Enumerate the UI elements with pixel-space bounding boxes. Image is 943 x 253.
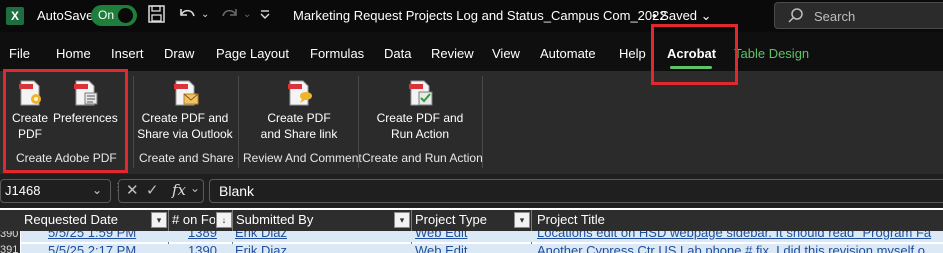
tab-view[interactable]: View: [492, 46, 520, 61]
create-pdf-share-outlook-button[interactable]: Create PDF and Share via Outlook: [137, 78, 233, 142]
cell-number-on-form[interactable]: 1390: [188, 244, 217, 253]
cell-project-title[interactable]: Another Cypress Ctr US Lab phone # fix. …: [537, 244, 925, 253]
redo-dropdown-icon[interactable]: ⌄: [243, 4, 251, 26]
ribbon-group-divider: [482, 76, 483, 168]
filter-dropdown-icon[interactable]: ▾: [394, 212, 410, 228]
group-label-create-and-run-action: Create and Run Action: [362, 151, 483, 165]
share-outlook-label-1: Create PDF and: [141, 111, 229, 125]
cell-project-type[interactable]: Web Edit: [415, 231, 468, 240]
tab-formulas[interactable]: Formulas: [310, 46, 364, 61]
chevron-down-icon: ⌄: [700, 8, 712, 23]
cell-project-title[interactable]: Locations edit on HSD webpage sidebar. I…: [537, 231, 931, 240]
tab-help[interactable]: Help: [619, 46, 646, 61]
ribbon-group-divider: [358, 76, 359, 168]
customize-quick-access-icon[interactable]: [258, 4, 272, 26]
undo-icon[interactable]: [177, 4, 199, 26]
filter-dropdown-icon[interactable]: ▾: [151, 212, 167, 228]
group-label-review-and-comment: Review And Comment: [243, 151, 362, 165]
tab-data[interactable]: Data: [384, 46, 411, 61]
ribbon-group-divider: [238, 76, 239, 168]
save-status-text: • Saved: [652, 8, 698, 23]
tab-review[interactable]: Review: [431, 46, 474, 61]
document-title[interactable]: Marketing Request Projects Log and Statu…: [293, 8, 667, 23]
cell-requested-date[interactable]: 5/5/25 2:17 PM: [48, 244, 136, 253]
run-action-label-1: Create PDF and: [376, 111, 464, 125]
ribbon-group-divider: [133, 76, 134, 168]
tab-insert[interactable]: Insert: [111, 46, 144, 61]
pdf-outlook-icon: [170, 78, 200, 108]
autosave-toggle[interactable]: On: [91, 5, 137, 26]
group-label-create-and-share: Create and Share: [139, 151, 234, 165]
table-row-clip: 391 5/5/25 2:17 PM 1390 Erik Diaz Web Ed…: [0, 244, 943, 253]
row-number[interactable]: 391: [0, 244, 18, 253]
header-requested-date[interactable]: Requested Date: [24, 212, 118, 227]
header-submitted-by[interactable]: Submitted By: [236, 212, 313, 227]
excel-logo-icon: X: [6, 7, 24, 25]
acrobat-tab-highlight: [651, 24, 738, 85]
table-row-clip: 390 5/5/25 1:59 PM 1389 Erik Diaz Web Ed…: [0, 231, 943, 242]
redo-icon[interactable]: [218, 4, 240, 26]
tab-home[interactable]: Home: [56, 46, 91, 61]
cell-requested-date[interactable]: 5/5/25 1:59 PM: [48, 231, 136, 240]
filter-dropdown-icon[interactable]: ▾: [514, 212, 530, 228]
row-number[interactable]: 390: [0, 231, 18, 240]
formula-input[interactable]: Blank: [209, 179, 943, 203]
pdf-share-link-icon: [284, 78, 314, 108]
share-link-label-2: and Share link: [260, 127, 338, 141]
run-action-label-2: Run Action: [390, 127, 450, 141]
undo-dropdown-icon[interactable]: ⌄: [201, 4, 209, 26]
pdf-run-action-icon: [405, 78, 435, 108]
share-link-label-1: Create PDF: [267, 111, 331, 125]
search-placeholder: Search: [814, 9, 856, 24]
create-pdf-run-action-button[interactable]: Create PDF and Run Action: [372, 78, 468, 142]
cell-number-on-form[interactable]: 1389: [188, 231, 217, 240]
autosave-state: On: [98, 8, 115, 22]
save-icon[interactable]: [147, 4, 167, 26]
tab-automate[interactable]: Automate: [540, 46, 596, 61]
header-project-type[interactable]: Project Type: [415, 212, 487, 227]
fx-icon[interactable]: fx: [172, 181, 186, 199]
autosave-label: AutoSave: [37, 8, 94, 23]
expand-formula-icon[interactable]: ⌄: [190, 181, 200, 195]
share-outlook-label-2: Share via Outlook: [137, 127, 233, 141]
sort-filter-icon[interactable]: ↓: [216, 212, 232, 228]
cell-project-type[interactable]: Web Edit: [415, 244, 468, 253]
toggle-knob: [118, 8, 133, 23]
header-number-on-form[interactable]: # on Fo: [172, 212, 215, 227]
name-box-dropdown-icon[interactable]: ⌄: [92, 183, 102, 197]
save-status[interactable]: • Saved ⌄: [652, 8, 712, 24]
tab-table-design[interactable]: Table Design: [734, 46, 809, 61]
header-project-title[interactable]: Project Title: [537, 212, 605, 227]
cell-submitted-by[interactable]: Erik Diaz: [235, 244, 287, 253]
tab-page-layout[interactable]: Page Layout: [216, 46, 289, 61]
tab-draw[interactable]: Draw: [164, 46, 194, 61]
create-adobe-pdf-highlight: [3, 69, 128, 173]
cell-submitted-by[interactable]: Erik Diaz: [235, 231, 287, 240]
enter-icon[interactable]: ✓: [146, 181, 159, 199]
search-box[interactable]: Search: [774, 2, 943, 29]
tab-file[interactable]: File: [9, 46, 30, 61]
create-pdf-share-link-button[interactable]: Create PDF and Share link: [255, 78, 343, 142]
search-icon: [787, 7, 805, 30]
cancel-icon[interactable]: ✕: [126, 181, 139, 199]
